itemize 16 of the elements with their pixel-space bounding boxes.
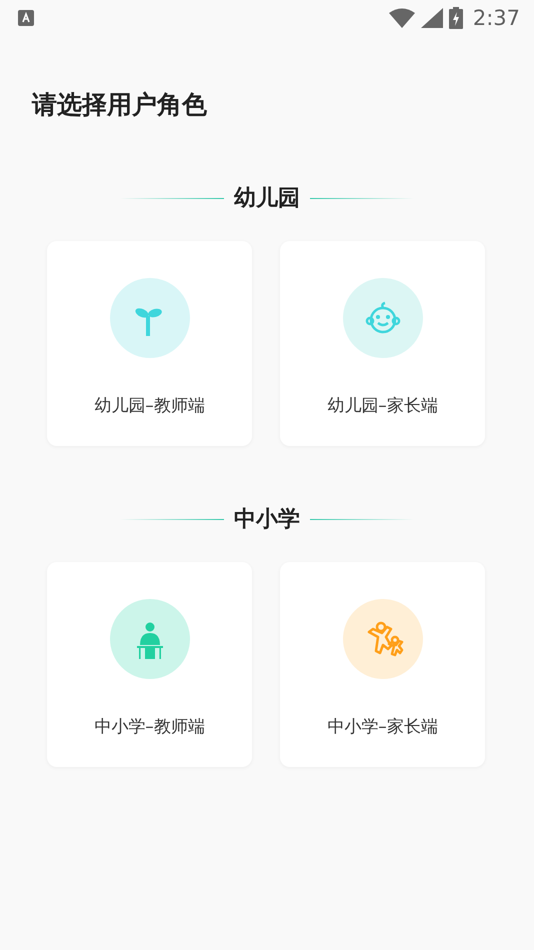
role-card[interactable]: 幼儿园–家长端 <box>280 241 485 446</box>
signal-icon <box>420 8 443 28</box>
wifi-icon <box>388 8 415 28</box>
sprout-icon <box>110 278 190 358</box>
page-title: 请选择用户角色 <box>32 89 208 121</box>
section-heading: 中小学 <box>234 506 300 534</box>
role-card[interactable]: 中小学–家长端 <box>280 562 485 767</box>
baby-face-icon <box>342 278 422 358</box>
role-card[interactable]: 中小学–教师端 <box>47 562 252 767</box>
status-time: 2:37 <box>472 6 520 30</box>
reading-person-icon <box>110 599 190 679</box>
section-heading: 幼儿园 <box>234 185 300 213</box>
role-card[interactable]: 幼儿园–教师端 <box>47 241 252 446</box>
keyboard-icon <box>18 10 34 26</box>
adult-child-icon <box>342 599 422 679</box>
battery-icon <box>448 7 463 29</box>
